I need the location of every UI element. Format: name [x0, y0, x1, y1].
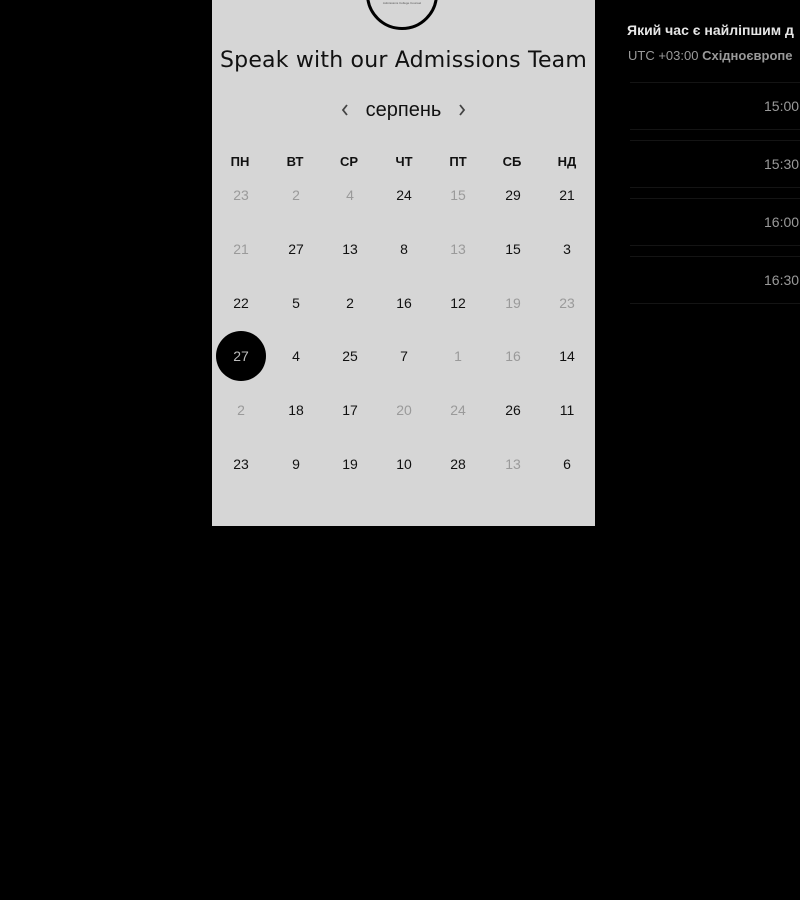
timezone-offset: UTC +03:00 [628, 48, 703, 63]
time-slot-button[interactable]: 16:00 [630, 198, 800, 246]
time-slot-button[interactable]: 15:00 [630, 82, 800, 130]
day-cell: 21 [233, 241, 249, 257]
selected-day-cell[interactable]: 27 [216, 331, 266, 381]
day-cell[interactable]: 28 [433, 439, 483, 489]
day-cell: 13 [450, 241, 466, 257]
time-slot-label: 16:00 [764, 214, 800, 230]
day-cell[interactable]: 6 [542, 439, 592, 489]
day-cell[interactable]: 22 [216, 278, 266, 328]
timezone-name: Східноєвропе [702, 48, 793, 63]
day-cell[interactable]: 24 [379, 170, 429, 220]
day-cell[interactable]: 11 [542, 385, 592, 435]
time-question-heading: Який час є найліпшим д [627, 22, 794, 38]
day-cell: 23 [233, 187, 249, 203]
day-cell: 15 [450, 187, 466, 203]
day-cell[interactable]: 2 [325, 278, 375, 328]
time-slot-button[interactable]: 16:30 [630, 256, 800, 304]
day-cell: 24 [450, 402, 466, 418]
booking-page: Admissions College Counsel Speak with ou… [0, 0, 800, 900]
time-slot-label: 15:00 [764, 98, 800, 114]
day-cell: 13 [505, 456, 521, 472]
day-cell[interactable]: 23 [216, 439, 266, 489]
day-cell: 2 [237, 402, 245, 418]
day-cell: 2 [292, 187, 300, 203]
day-cell[interactable]: 17 [325, 385, 375, 435]
day-cell[interactable]: 14 [542, 331, 592, 381]
day-cell: 19 [505, 295, 521, 311]
day-cell[interactable]: 8 [379, 224, 429, 274]
time-slot-label: 15:30 [764, 156, 800, 172]
day-cell[interactable]: 7 [379, 331, 429, 381]
day-cell[interactable]: 4 [271, 331, 321, 381]
calendar-grid: 23 2 4 24 15 29 21 21 27 13 8 13 15 3 22 5 2 16 12 19 23 27 4 2… [212, 0, 595, 526]
day-cell[interactable]: 3 [542, 224, 592, 274]
day-cell[interactable]: 12 [433, 278, 483, 328]
calendar-panel: Admissions College Counsel Speak with ou… [212, 0, 595, 526]
day-cell[interactable]: 27 [271, 224, 321, 274]
day-cell[interactable]: 26 [488, 385, 538, 435]
time-slot-label: 16:30 [764, 272, 800, 288]
day-cell: 1 [454, 348, 462, 364]
day-cell: 23 [559, 295, 575, 311]
day-cell[interactable]: 25 [325, 331, 375, 381]
day-cell[interactable]: 29 [488, 170, 538, 220]
time-slot-button[interactable]: 15:30 [630, 140, 800, 188]
day-cell[interactable]: 15 [488, 224, 538, 274]
day-cell: 16 [505, 348, 521, 364]
day-cell: 4 [346, 187, 354, 203]
day-cell[interactable]: 18 [271, 385, 321, 435]
day-cell[interactable]: 13 [325, 224, 375, 274]
day-cell[interactable]: 9 [271, 439, 321, 489]
day-cell[interactable]: 5 [271, 278, 321, 328]
day-cell[interactable]: 16 [379, 278, 429, 328]
day-cell[interactable]: 21 [542, 170, 592, 220]
day-cell[interactable]: 19 [325, 439, 375, 489]
day-cell: 20 [396, 402, 412, 418]
day-cell[interactable]: 10 [379, 439, 429, 489]
timezone-line[interactable]: UTC +03:00 Східноєвропе [628, 48, 793, 63]
